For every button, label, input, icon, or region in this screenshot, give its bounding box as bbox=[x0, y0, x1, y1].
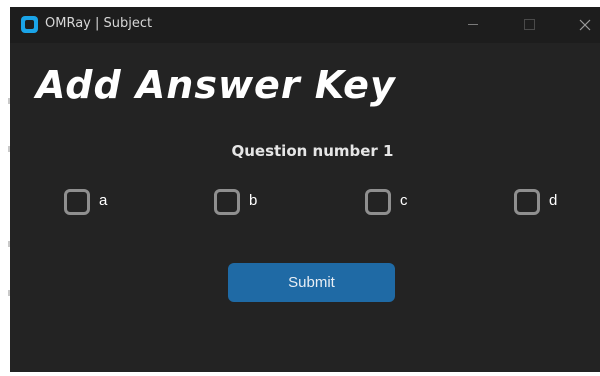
close-icon bbox=[579, 19, 591, 31]
title-bar[interactable]: OMRay | Subject bbox=[10, 7, 600, 43]
option-c-label[interactable]: c bbox=[400, 192, 408, 209]
question-number-label: Question number 1 bbox=[231, 142, 394, 160]
option-d-checkbox[interactable] bbox=[514, 189, 540, 215]
maximize-button[interactable] bbox=[506, 7, 552, 43]
option-b-label[interactable]: b bbox=[249, 192, 257, 209]
close-button[interactable] bbox=[562, 7, 600, 43]
window-title: OMRay | Subject bbox=[45, 16, 153, 31]
option-d-label[interactable]: d bbox=[549, 192, 557, 209]
option-a-checkbox[interactable] bbox=[64, 189, 90, 215]
option-a-label[interactable]: a bbox=[99, 192, 107, 209]
minimize-button[interactable] bbox=[450, 7, 496, 43]
omray-app-icon bbox=[21, 16, 38, 33]
app-window: OMRay | Subject Add Answer Key Question … bbox=[10, 7, 600, 372]
submit-button[interactable]: Submit bbox=[228, 263, 395, 302]
page-title: Add Answer Key bbox=[36, 63, 396, 107]
option-b-checkbox[interactable] bbox=[214, 189, 240, 215]
option-c-checkbox[interactable] bbox=[365, 189, 391, 215]
